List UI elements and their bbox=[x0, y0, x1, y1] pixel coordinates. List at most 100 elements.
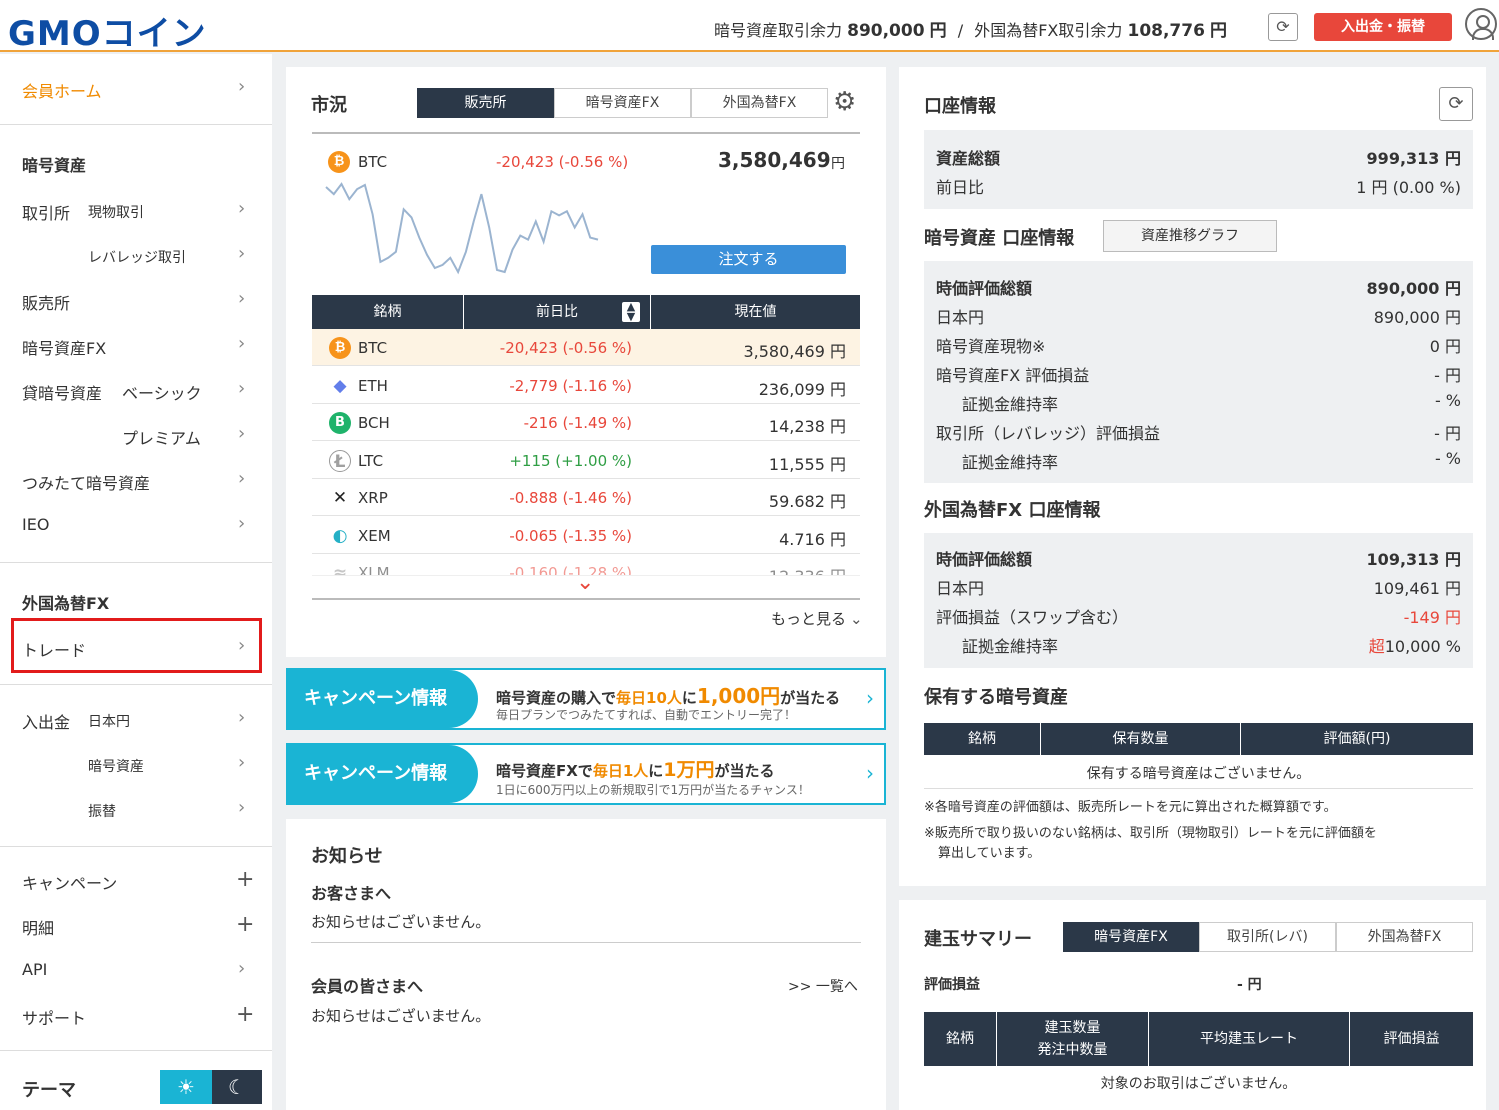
column-header-change[interactable]: 前日比 ▲ ▼ bbox=[464, 295, 650, 329]
sidebar-heading-fx: 外国為替FX bbox=[22, 594, 110, 613]
refresh-icon[interactable]: ⟳ bbox=[1268, 13, 1298, 41]
sun-icon[interactable]: ☀ bbox=[160, 1070, 212, 1104]
holdings-col-quantity: 保有数量 bbox=[1041, 723, 1240, 755]
refresh-icon[interactable]: ⟳ bbox=[1439, 87, 1473, 121]
order-button[interactable]: 注文する bbox=[651, 245, 846, 274]
campaign-text: に bbox=[648, 762, 664, 780]
account-row-label: 取引所（レバレッジ）評価損益 bbox=[936, 424, 1161, 443]
sidebar-item-deposit-jpy[interactable]: 入出金 日本円 › bbox=[0, 697, 272, 741]
sidebar-item-home[interactable]: 会員ホーム › bbox=[0, 66, 272, 110]
crypto-account-title: 暗号資産 口座情報 bbox=[924, 228, 1075, 249]
gmo-coin-logo[interactable]: GMOコイン bbox=[8, 6, 207, 55]
sidebar-item-statement[interactable]: 明細 + bbox=[0, 903, 272, 947]
sidebar-item-deposit-crypto[interactable]: 暗号資産 › bbox=[0, 742, 272, 786]
chevron-right-icon: › bbox=[866, 686, 874, 710]
account-row-value: 109,313 円 bbox=[1366, 550, 1461, 569]
divider bbox=[0, 1050, 272, 1051]
sidebar-item-campaign[interactable]: キャンペーン + bbox=[0, 858, 272, 902]
more-link-label: もっと見る bbox=[771, 610, 847, 628]
positions-col-pl: 評価損益 bbox=[1350, 1012, 1473, 1066]
tab-sales[interactable]: 販売所 bbox=[417, 88, 554, 118]
sidebar-item-sublabel: レバレッジ取引 bbox=[88, 250, 186, 266]
xem-icon: ◐ bbox=[332, 525, 348, 546]
holdings-title: 保有する暗号資産 bbox=[924, 687, 1068, 708]
coin-symbol: LTC bbox=[358, 451, 384, 470]
total-assets-label: 資産総額 bbox=[936, 149, 1001, 168]
divider bbox=[0, 124, 272, 125]
sidebar-item-exchange-leverage[interactable]: レバレッジ取引 › bbox=[0, 233, 272, 277]
btc-price-sparkline bbox=[325, 182, 599, 275]
account-row-label: 日本円 bbox=[936, 579, 985, 598]
coin-row-bch[interactable]: B BCH -216 (-1.49 %) 14,238 円 bbox=[312, 404, 860, 441]
campaign-highlight: 1万円 bbox=[663, 759, 715, 781]
sidebar-item-tsumitate[interactable]: つみたて暗号資産 › bbox=[0, 458, 272, 502]
sidebar-item-exchange-spot[interactable]: 取引所 現物取引 › bbox=[0, 188, 272, 232]
coin-row-xrp[interactable]: ✕ XRP -0.888 (-1.46 %) 59.682 円 bbox=[312, 479, 860, 516]
asset-graph-button[interactable]: 資産推移グラフ bbox=[1103, 220, 1277, 252]
deposit-transfer-button[interactable]: 入出金・振替 bbox=[1314, 13, 1452, 41]
column-header-change-label: 前日比 bbox=[536, 304, 578, 320]
account-row-label: 証拠金維持率 bbox=[962, 637, 1059, 656]
highlight-box-trade bbox=[11, 618, 262, 673]
sidebar-item-ieo[interactable]: IEO › bbox=[0, 503, 272, 547]
campaign-banner-2[interactable]: キャンペーン情報 暗号資産FXで毎日1人に1万円が当たる 1日に600万円以上の… bbox=[286, 743, 886, 805]
crypto-buying-power: 暗号資産取引余力 890,000 円 / 外国為替FX取引余力 108,776 … bbox=[714, 16, 1227, 41]
crypto-buying-power-label: 暗号資産取引余力 bbox=[714, 21, 843, 40]
gear-icon[interactable]: ⚙ bbox=[833, 87, 856, 117]
user-account-icon[interactable] bbox=[1465, 8, 1497, 40]
news-list-link[interactable]: >> 一覧へ bbox=[788, 976, 858, 996]
btc-icon: ₿ bbox=[329, 337, 351, 359]
coin-symbol: BTC bbox=[358, 339, 388, 357]
note-3: 算出しています。 bbox=[938, 846, 1041, 861]
campaign-banner-1[interactable]: キャンペーン情報 暗号資産の購入で毎日10人に1,000円が当たる 毎日プランで… bbox=[286, 668, 886, 730]
account-row-value: - % bbox=[1434, 391, 1461, 410]
sidebar-item-support[interactable]: サポート + bbox=[0, 993, 272, 1037]
coin-row-xem[interactable]: ◐ XEM -0.065 (-1.35 %) 4.716 円 bbox=[312, 517, 860, 554]
moon-icon[interactable]: ☾ bbox=[212, 1070, 262, 1104]
coin-row-btc[interactable]: ₿ BTC -20,423 (-0.56 %) 3,580,469 円 bbox=[312, 329, 860, 366]
positions-col-quantity-label: 建玉数量 bbox=[1044, 1020, 1101, 1036]
tab-positions-exchange-leverage[interactable]: 取引所(レバ) bbox=[1199, 922, 1336, 952]
column-header-price: 現在値 bbox=[651, 295, 860, 329]
column-header-symbol: 銘柄 bbox=[312, 295, 463, 329]
account-row-value: 890,000 円 bbox=[1373, 308, 1461, 327]
campaign-headline: 暗号資産の購入で毎日10人に1,000円が当たる bbox=[496, 680, 840, 709]
eth-icon: ◆ bbox=[333, 375, 347, 396]
campaign-text: に bbox=[681, 689, 697, 707]
sidebar-item-api[interactable]: API › bbox=[0, 948, 272, 992]
coin-change: -0.888 (-1.46 %) bbox=[509, 489, 632, 507]
holdings-col-value: 評価額(円) bbox=[1241, 723, 1473, 755]
tab-positions-forex-fx[interactable]: 外国為替FX bbox=[1336, 922, 1473, 952]
positions-col-avg-rate: 平均建玉レート bbox=[1149, 1012, 1349, 1066]
coin-price: 4.716 円 bbox=[779, 529, 846, 549]
campaign-text: が当たる bbox=[714, 762, 775, 780]
chevron-right-icon: › bbox=[238, 378, 246, 399]
coin-change: -2,779 (-1.16 %) bbox=[509, 376, 632, 395]
tab-crypto-fx[interactable]: 暗号資産FX bbox=[554, 88, 691, 118]
sidebar-item-sublabel: ベーシック bbox=[122, 384, 202, 403]
scroll-down-icon[interactable]: ⌄ bbox=[576, 570, 594, 595]
featured-coin-price: 3,580,469 bbox=[718, 148, 831, 172]
positions-col-pending-label: 発注中数量 bbox=[1037, 1042, 1108, 1058]
fx-account-title: 外国為替FX 口座情報 bbox=[924, 500, 1101, 521]
coin-price: 11,555 円 bbox=[768, 454, 846, 474]
positions-col-symbol: 銘柄 bbox=[924, 1012, 996, 1066]
more-link[interactable]: もっと見る ⌄ bbox=[771, 608, 863, 629]
account-row-label: 証拠金維持率 bbox=[962, 395, 1059, 414]
sidebar-item-lending-premium[interactable]: プレミアム › bbox=[0, 413, 272, 457]
account-row-value: 109,461 円 bbox=[1373, 579, 1461, 598]
positions-pl-value: - 円 bbox=[1237, 977, 1262, 993]
coin-row-eth[interactable]: ◆ ETH -2,779 (-1.16 %) 236,099 円 bbox=[312, 367, 860, 404]
sidebar-item-sales[interactable]: 販売所 › bbox=[0, 278, 272, 322]
sidebar-item-crypto-fx[interactable]: 暗号資産FX › bbox=[0, 323, 272, 367]
coin-row-ltc[interactable]: Ł LTC +115 (+1.00 %) 11,555 円 bbox=[312, 442, 860, 479]
tab-positions-crypto-fx[interactable]: 暗号資産FX bbox=[1063, 922, 1199, 952]
sort-icon[interactable]: ▲ ▼ bbox=[622, 301, 640, 322]
chevron-right-icon: › bbox=[238, 958, 246, 979]
news-customer-text: お知らせはございません。 bbox=[311, 913, 491, 931]
sidebar-item-lending-basic[interactable]: 貸暗号資産 ベーシック › bbox=[0, 368, 272, 412]
tab-forex-fx[interactable]: 外国為替FX bbox=[691, 88, 828, 118]
coin-change: -0.160 (-1.28 %) bbox=[509, 564, 632, 576]
sidebar-item-transfer[interactable]: 振替 › bbox=[0, 787, 272, 831]
plus-icon: + bbox=[236, 867, 255, 892]
